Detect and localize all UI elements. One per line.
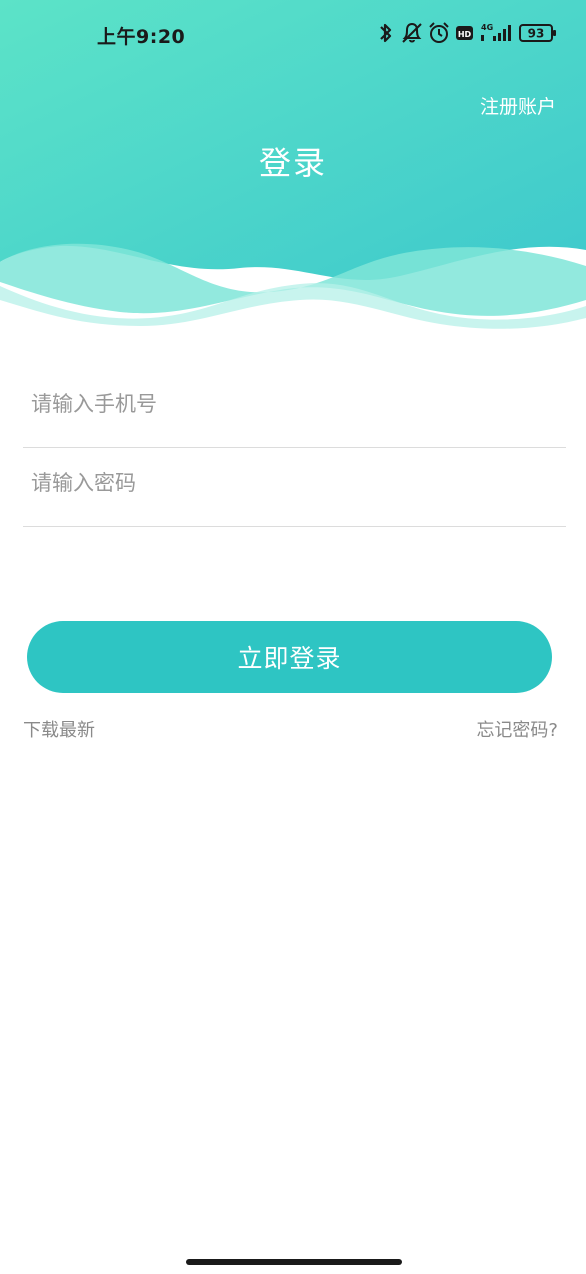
register-account-link[interactable]: 注册账户 (480, 92, 556, 119)
login-button[interactable]: 立即登录 (27, 621, 552, 693)
mute-bell-icon (402, 22, 422, 43)
status-bar: 上午9:20 HD 4G 93 (0, 0, 586, 68)
hd-icon: HD (456, 26, 473, 40)
svg-text:93: 93 (528, 27, 545, 41)
battery-icon: 93 (519, 24, 556, 42)
svg-text:HD: HD (458, 30, 472, 39)
status-time: 上午9:20 (97, 26, 186, 48)
phone-field (23, 370, 566, 448)
header-banner: 上午9:20 HD 4G 93 注册账户 登录 (0, 0, 586, 330)
page-title: 登录 (258, 144, 327, 182)
phone-input[interactable] (31, 384, 551, 424)
forgot-password-link[interactable]: 忘记密码? (476, 716, 558, 742)
bluetooth-icon (380, 23, 392, 43)
signal-icon: 4G (481, 23, 511, 41)
password-field (23, 449, 566, 527)
download-latest-link[interactable]: 下载最新 (23, 716, 95, 742)
password-input[interactable] (31, 463, 551, 503)
svg-text:4G: 4G (481, 23, 493, 32)
home-indicator[interactable] (186, 1259, 402, 1265)
alarm-icon (429, 22, 449, 43)
status-icons: HD 4G 93 (376, 20, 566, 48)
